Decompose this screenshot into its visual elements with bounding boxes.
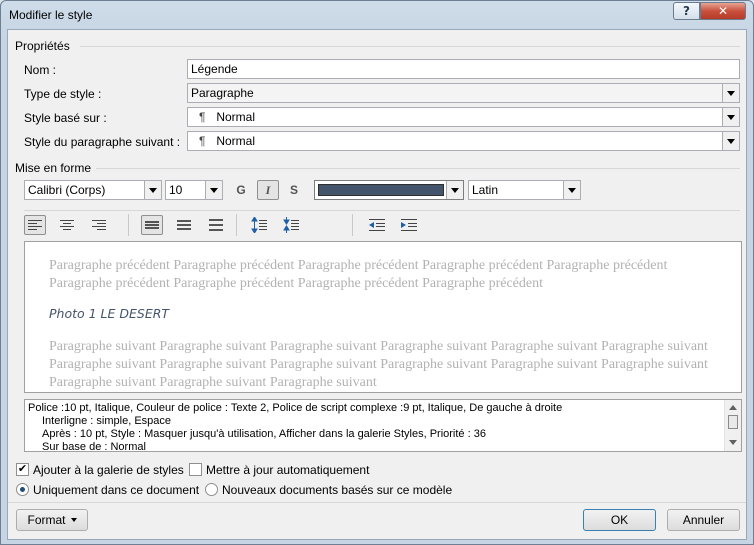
check-mark-icon: ✔ (17, 463, 28, 475)
style-type-select[interactable]: Paragraphe (187, 83, 740, 103)
decrease-indent-icon[interactable] (366, 215, 388, 235)
style-type-value: Paragraphe (191, 86, 254, 100)
new-documents-label[interactable]: Nouveaux documents basés sur ce modèle (222, 483, 452, 497)
new-documents-radio[interactable] (205, 483, 218, 496)
scroll-thumb[interactable] (728, 415, 738, 429)
next-style-value: Normal (216, 134, 256, 148)
underline-button[interactable]: S (283, 180, 305, 200)
script-value: Latin (472, 183, 499, 197)
add-to-gallery-label[interactable]: Ajouter à la galerie de styles (33, 463, 184, 477)
chevron-down-icon[interactable] (722, 132, 739, 150)
formatting-divider (96, 168, 740, 169)
next-style-select[interactable]: ¶ Normal (187, 131, 740, 151)
description-line: Interligne : simple, Espace (42, 415, 172, 427)
paragraph-mark-icon: ¶ (199, 134, 206, 148)
increase-paragraph-spacing-icon[interactable] (248, 215, 270, 235)
based-on-label: Style basé sur : (24, 111, 107, 125)
add-to-gallery-checkbox[interactable]: ✔ (16, 463, 29, 476)
toolbar-separator (352, 214, 353, 236)
description-line: Police :10 pt, Italique, Couleur de poli… (28, 402, 563, 414)
dialog-title: Modifier le style (9, 8, 93, 22)
next-style-label: Style du paragraphe suivant : (24, 135, 181, 149)
radio-dot-icon (20, 487, 25, 492)
auto-update-checkbox[interactable] (189, 463, 202, 476)
single-spacing-icon[interactable] (141, 215, 163, 235)
modify-style-dialog: Modifier le style ? ✕ Propriétés Nom : L… (0, 0, 754, 545)
font-color-swatch (318, 184, 444, 196)
based-on-value: Normal (216, 110, 256, 124)
footer-divider (8, 502, 746, 503)
style-preview-pane: Paragraphe précédent Paragraphe précéden… (24, 241, 742, 393)
double-spacing-icon[interactable] (205, 215, 227, 235)
paragraph-mark-icon: ¶ (199, 110, 206, 124)
font-value: Calibri (Corps) (28, 183, 106, 197)
font-size-select[interactable]: 10 (165, 180, 223, 200)
chevron-down-icon[interactable] (446, 181, 463, 199)
font-color-select[interactable] (314, 180, 464, 200)
auto-update-label[interactable]: Mettre à jour automatiquement (206, 463, 369, 477)
preview-next-paragraph: Paragraphe suivant Paragraphe suivant Pa… (49, 339, 708, 390)
align-left-icon[interactable] (24, 215, 46, 235)
chevron-down-icon[interactable] (722, 108, 739, 126)
chevron-down-icon[interactable] (563, 181, 580, 199)
toolbar-separator (236, 214, 237, 236)
properties-group-label: Propriétés (15, 39, 70, 53)
based-on-select[interactable]: ¶ Normal (187, 107, 740, 127)
align-right-icon[interactable] (88, 215, 110, 235)
script-select[interactable]: Latin (468, 180, 581, 200)
increase-indent-icon[interactable] (398, 215, 420, 235)
formatting-group-label: Mise en forme (15, 161, 92, 175)
close-button[interactable]: ✕ (700, 2, 746, 20)
decrease-paragraph-spacing-icon[interactable] (280, 215, 302, 235)
chevron-down-icon[interactable] (205, 181, 222, 199)
scroll-up-icon[interactable] (729, 405, 737, 410)
description-line: Sur base de : Normal (42, 441, 146, 452)
chevron-down-icon[interactable] (722, 84, 739, 102)
description-scrollbar[interactable] (724, 400, 741, 451)
cancel-button[interactable]: Annuler (667, 509, 740, 531)
preview-sample-text: Photo 1 LE DESERT (49, 306, 170, 321)
description-line: Après : 10 pt, Style : Masquer jusqu'à u… (42, 428, 486, 440)
name-label: Nom : (24, 63, 57, 77)
only-this-document-radio[interactable] (16, 483, 29, 496)
font-size-value: 10 (169, 183, 183, 197)
properties-divider (80, 46, 740, 47)
preview-previous-paragraph: Paragraphe précédent Paragraphe précéden… (49, 258, 668, 291)
only-this-document-label[interactable]: Uniquement dans ce document (33, 483, 199, 497)
help-button[interactable]: ? (673, 2, 700, 20)
toolbar-separator (128, 214, 129, 236)
bold-button[interactable]: G (230, 180, 252, 200)
one-half-spacing-icon[interactable] (173, 215, 195, 235)
scroll-down-icon[interactable] (729, 440, 737, 445)
chevron-down-icon (70, 518, 77, 522)
style-description-box[interactable]: Police :10 pt, Italique, Couleur de poli… (24, 399, 742, 452)
title-bar[interactable]: Modifier le style ? ✕ (1, 1, 753, 29)
chevron-down-icon[interactable] (144, 181, 161, 199)
ok-button[interactable]: OK (583, 509, 656, 531)
dialog-body: Propriétés Nom : Légende Type de style :… (7, 29, 747, 540)
align-center-icon[interactable] (56, 215, 78, 235)
format-button-label: Format (27, 513, 66, 527)
font-select[interactable]: Calibri (Corps) (24, 180, 162, 200)
format-menu-button[interactable]: Format (16, 509, 88, 531)
style-type-label: Type de style : (24, 87, 102, 101)
name-input[interactable]: Légende (187, 59, 740, 79)
toolbar-divider (24, 210, 740, 211)
italic-button[interactable]: I (257, 180, 279, 200)
font-style-buttons: G I S (230, 180, 310, 200)
